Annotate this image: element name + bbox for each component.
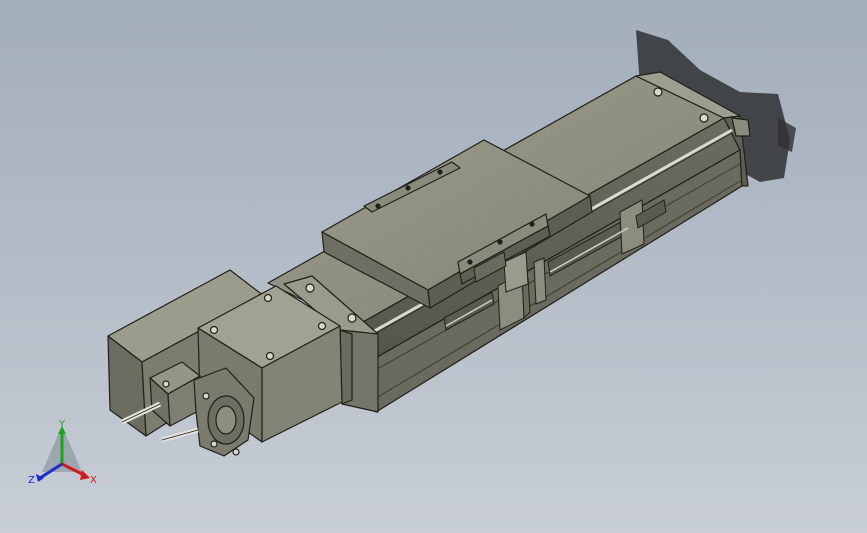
3d-viewport[interactable]: Y X Z (0, 0, 867, 533)
y-axis-label: Y (59, 419, 66, 430)
orientation-triad: Y X Z (24, 418, 104, 494)
z-axis-label: Z (28, 475, 35, 486)
linear-actuator-model[interactable] (0, 0, 867, 533)
x-axis-label: X (90, 475, 97, 486)
